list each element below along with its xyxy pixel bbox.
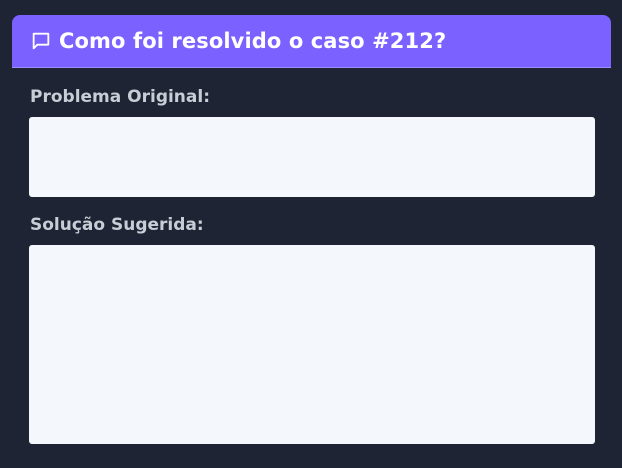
problem-field[interactable] (29, 117, 595, 197)
chat-bubble-icon (29, 29, 53, 53)
case-resolution-card: Como foi resolvido o caso #212? Problema… (12, 15, 611, 468)
card-header: Como foi resolvido o caso #212? (12, 15, 611, 68)
solution-label: Solução Sugerida: (30, 215, 204, 235)
card-title: Como foi resolvido o caso #212? (59, 29, 447, 53)
solution-field[interactable] (29, 245, 595, 444)
problem-label: Problema Original: (30, 87, 211, 107)
page: Como foi resolvido o caso #212? Problema… (0, 0, 622, 468)
